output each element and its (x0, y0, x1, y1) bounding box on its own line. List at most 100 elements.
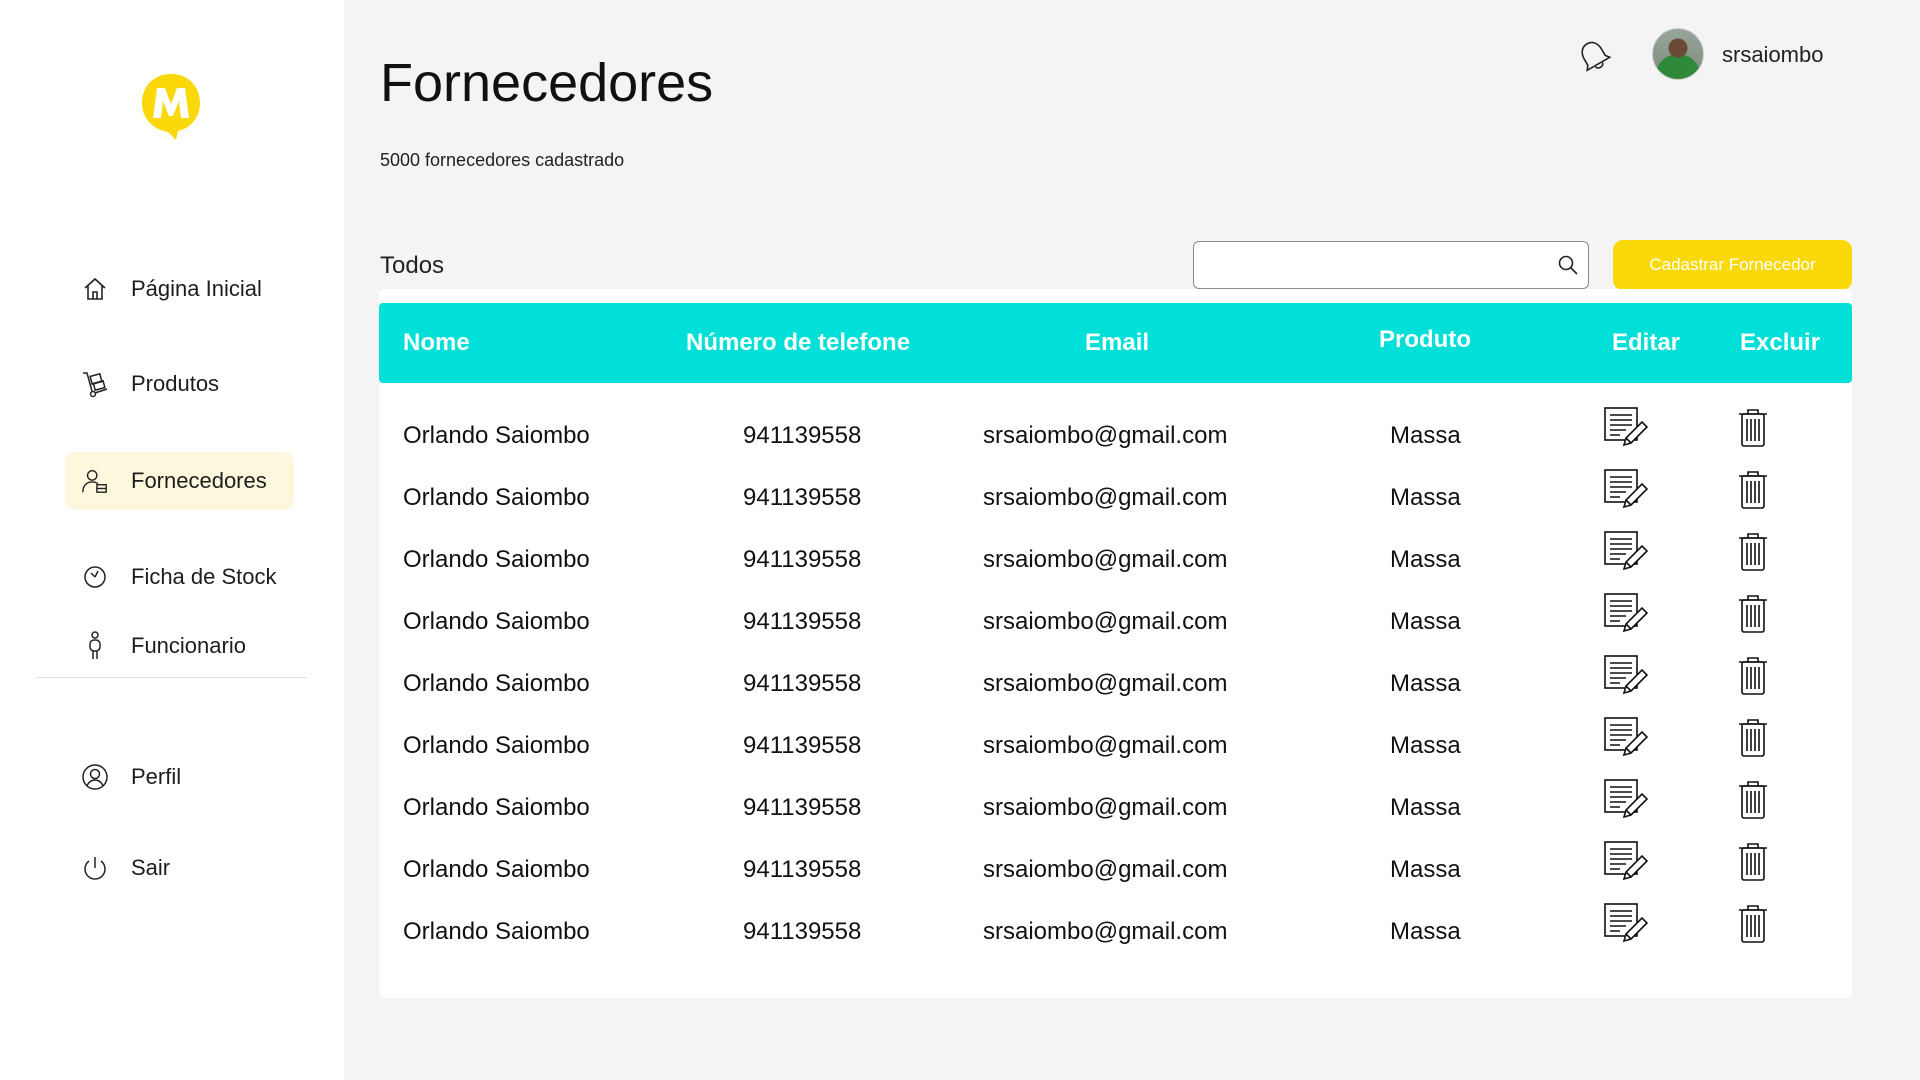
trash-icon[interactable] (1715, 707, 1791, 769)
column-header-edit: Editar (1612, 329, 1681, 356)
cell-name: Orlando Saiombo (403, 484, 590, 511)
page-title: Fornecedores (380, 53, 714, 113)
table-row[interactable]: Orlando Saiombo 941139558 srsaiombo@gmail.… (379, 901, 1852, 963)
table-header: Nome Número de telefone Email Produto Ed… (379, 303, 1852, 383)
sidebar-item-profile[interactable]: Perfil (65, 748, 294, 806)
sidebar-item-label: Funcionario (131, 633, 246, 658)
table-row[interactable]: Orlando Saiombo 941139558 srsaiombo@gmail.… (379, 839, 1852, 901)
column-header-email[interactable]: Email (1085, 303, 1149, 383)
cell-phone: 941139558 (743, 608, 862, 635)
column-header-phone[interactable]: Número de telefone (686, 303, 910, 383)
edit-icon[interactable] (1587, 521, 1663, 583)
search-box (1193, 241, 1589, 289)
person-icon (81, 631, 109, 660)
cell-email: srsaiombo@gmail.com (983, 670, 1228, 697)
edit-icon[interactable] (1587, 645, 1663, 707)
sidebar-item-label: Perfil (131, 764, 182, 789)
edit-icon[interactable] (1587, 583, 1663, 645)
sidebar-item-label: Sair (131, 855, 171, 880)
table-row[interactable]: Orlando Saiombo 941139558 srsaiombo@gmail.… (379, 529, 1852, 591)
sidebar-item-employees[interactable]: Funcionario (65, 617, 294, 675)
cell-email: srsaiombo@gmail.com (983, 422, 1228, 449)
table-row[interactable]: Orlando Saiombo 941139558 srsaiombo@gmail.… (379, 467, 1852, 529)
cell-email: srsaiombo@gmail.com (983, 856, 1228, 883)
cell-product: Massa (1390, 484, 1461, 511)
sidebar-item-home[interactable]: Página Inicial (65, 260, 294, 318)
cell-product: Massa (1390, 670, 1461, 697)
cell-name: Orlando Saiombo (403, 794, 590, 821)
power-icon (81, 854, 109, 882)
trash-icon[interactable] (1715, 769, 1791, 831)
cell-email: srsaiombo@gmail.com (983, 918, 1228, 945)
cell-product: Massa (1390, 918, 1461, 945)
cell-phone: 941139558 (743, 546, 862, 573)
avatar[interactable] (1652, 28, 1704, 80)
cell-product: Massa (1390, 608, 1461, 635)
sidebar-item-label: Fornecedores (131, 468, 267, 493)
table-row[interactable]: Orlando Saiombo 941139558 srsaiombo@gmail.… (379, 591, 1852, 653)
search-icon[interactable] (1548, 245, 1588, 285)
trash-icon[interactable] (1715, 583, 1791, 645)
trash-icon[interactable] (1715, 831, 1791, 893)
sidebar-item-suppliers[interactable]: Fornecedores (65, 452, 294, 510)
cell-email: srsaiombo@gmail.com (983, 484, 1228, 511)
table-row[interactable]: Orlando Saiombo 941139558 srsaiombo@gmail.… (379, 653, 1852, 715)
cell-product: Massa (1390, 546, 1461, 573)
edit-icon[interactable] (1587, 459, 1663, 521)
column-header-name[interactable]: Nome (403, 303, 470, 383)
cell-name: Orlando Saiombo (403, 422, 590, 449)
page-subtitle: 5000 fornecedores cadastrado (380, 150, 625, 170)
edit-icon[interactable] (1587, 893, 1663, 955)
cell-product: Massa (1390, 422, 1461, 449)
trash-icon[interactable] (1715, 521, 1791, 583)
sidebar-divider (36, 677, 307, 678)
cell-name: Orlando Saiombo (403, 670, 590, 697)
clock-icon (81, 563, 109, 591)
trash-icon[interactable] (1715, 645, 1791, 707)
filter-label[interactable]: Todos (380, 252, 444, 280)
sidebar-item-products[interactable]: Produtos (65, 355, 294, 413)
cell-name: Orlando Saiombo (403, 856, 590, 883)
cell-phone: 941139558 (743, 856, 862, 883)
cell-email: srsaiombo@gmail.com (983, 546, 1228, 573)
trash-icon[interactable] (1715, 397, 1791, 459)
cell-email: srsaiombo@gmail.com (983, 794, 1228, 821)
cell-phone: 941139558 (743, 422, 862, 449)
sidebar: Página Inicial Produtos Fornecedores Fic… (0, 0, 344, 1080)
cell-phone: 941139558 (743, 670, 862, 697)
table-row[interactable]: Orlando Saiombo 941139558 srsaiombo@gmail.… (379, 715, 1852, 777)
cell-phone: 941139558 (743, 918, 862, 945)
column-header-product[interactable]: Produto (1379, 303, 1471, 377)
home-icon (81, 275, 109, 303)
bell-icon[interactable] (1574, 36, 1614, 76)
search-input[interactable] (1194, 242, 1548, 288)
cell-product: Massa (1390, 856, 1461, 883)
edit-icon[interactable] (1587, 707, 1663, 769)
table-row[interactable]: Orlando Saiombo 941139558 srsaiombo@gmail.… (379, 777, 1852, 839)
cell-phone: 941139558 (743, 794, 862, 821)
cell-product: Massa (1390, 794, 1461, 821)
sidebar-item-label: Produtos (131, 371, 220, 396)
supplier-icon (81, 467, 109, 495)
trash-icon[interactable] (1715, 459, 1791, 521)
cell-name: Orlando Saiombo (403, 546, 590, 573)
username[interactable]: srsaiombo (1722, 42, 1823, 68)
column-header-delete: Excluir (1740, 329, 1821, 356)
cell-email: srsaiombo@gmail.com (983, 608, 1228, 635)
cell-email: srsaiombo@gmail.com (983, 732, 1228, 759)
edit-icon[interactable] (1587, 831, 1663, 893)
sidebar-item-stock[interactable]: Ficha de Stock (65, 548, 294, 606)
cell-phone: 941139558 (743, 732, 862, 759)
suppliers-table: Nome Número de telefone Email Produto Ed… (379, 289, 1852, 998)
brand-logo[interactable] (138, 70, 204, 142)
cell-phone: 941139558 (743, 484, 862, 511)
edit-icon[interactable] (1587, 769, 1663, 831)
cell-name: Orlando Saiombo (403, 732, 590, 759)
cell-name: Orlando Saiombo (403, 608, 590, 635)
user-circle-icon (81, 763, 109, 791)
add-supplier-button[interactable]: Cadastrar Fornecedor (1613, 240, 1852, 290)
table-row[interactable]: Orlando Saiombo 941139558 srsaiombo@gmail.… (379, 405, 1852, 467)
sidebar-item-logout[interactable]: Sair (65, 839, 294, 897)
trash-icon[interactable] (1715, 893, 1791, 955)
edit-icon[interactable] (1587, 397, 1663, 459)
